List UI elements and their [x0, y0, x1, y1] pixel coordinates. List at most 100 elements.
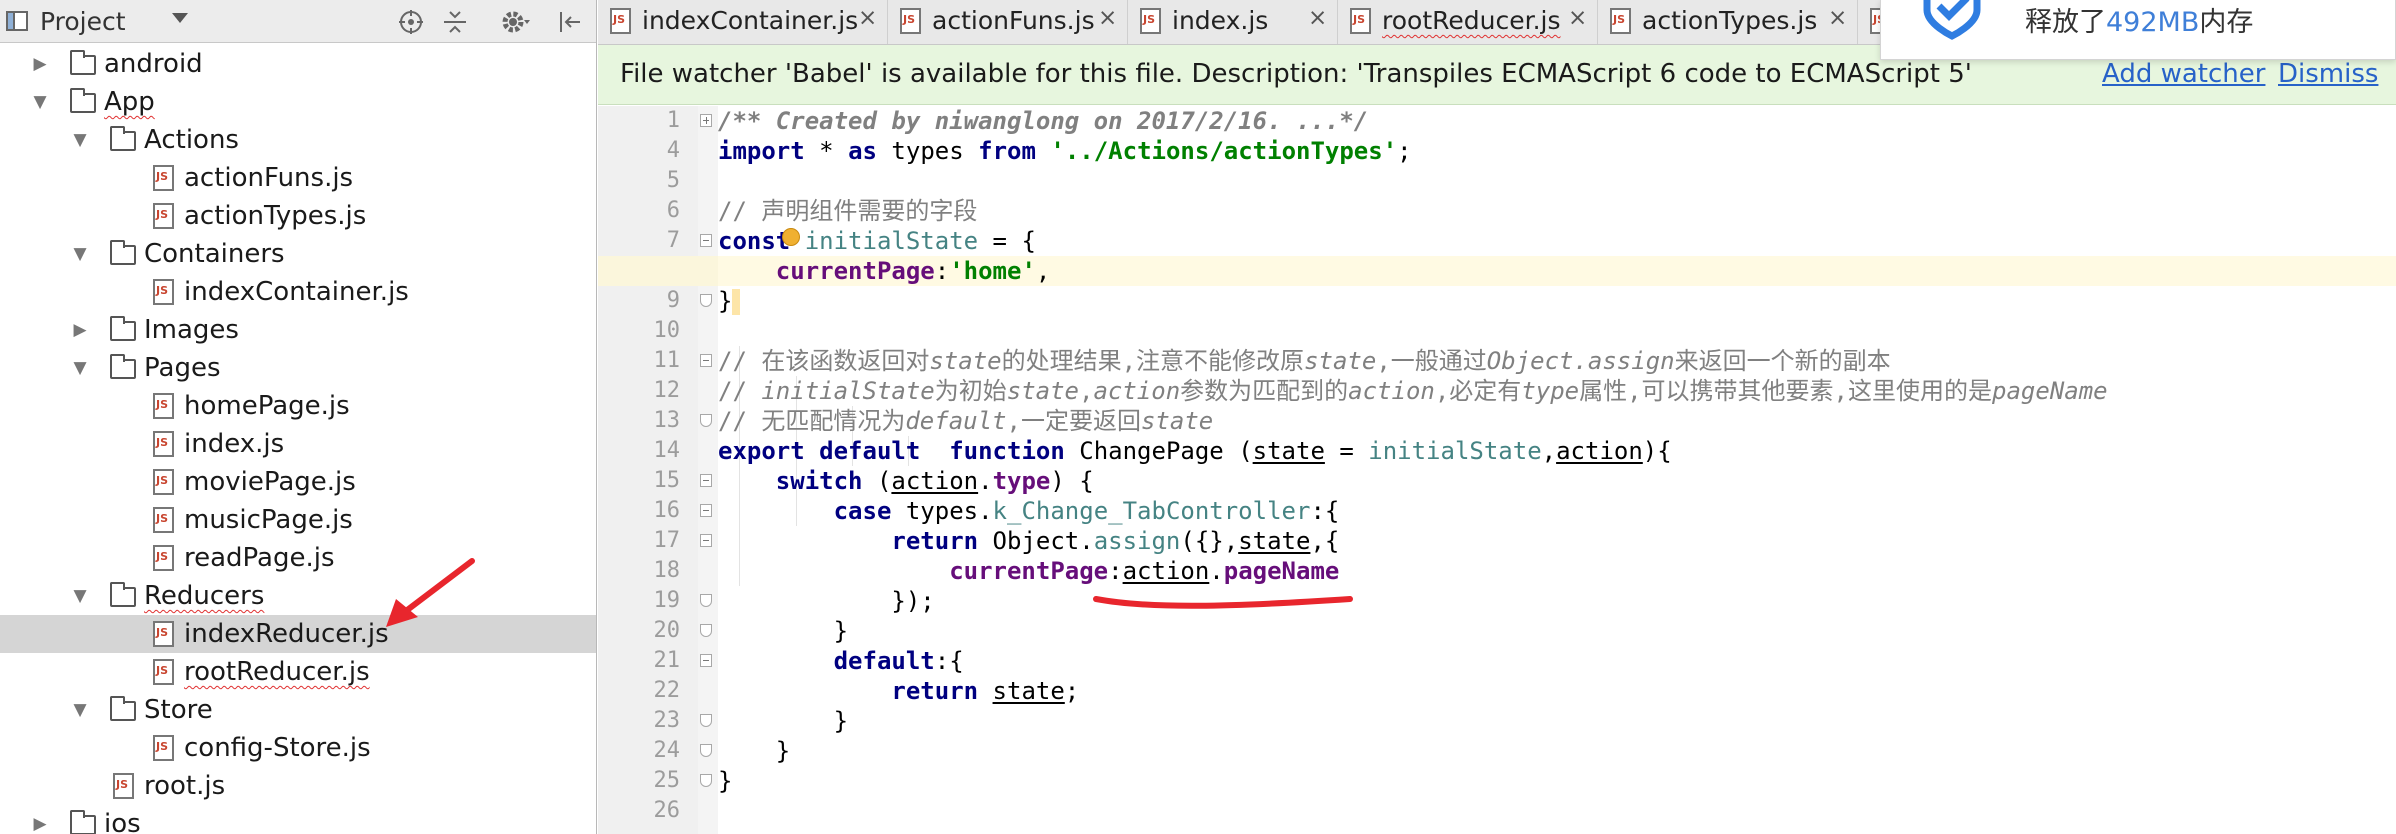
tree-expanded-arrow-icon[interactable]: ▼ — [70, 235, 90, 273]
editor-tab[interactable]: JS rootReducer.js × — [1338, 0, 1598, 44]
project-view-icon[interactable] — [6, 11, 28, 31]
tree-item[interactable]: ▼ Actions — [0, 121, 596, 159]
editor-tab[interactable]: JS index.js × — [1128, 0, 1338, 44]
line-number: 5 — [666, 168, 680, 193]
tree-item[interactable]: JS root.js — [0, 767, 596, 805]
tree-item[interactable]: ▼ App — [0, 83, 596, 121]
tree-item-label: index.js — [184, 429, 285, 459]
code-line: } — [598, 736, 2396, 766]
fold-collapse-icon[interactable] — [700, 534, 712, 547]
tree-collapsed-arrow-icon[interactable]: ▶ — [70, 311, 90, 349]
fold-collapse-icon[interactable] — [700, 654, 712, 667]
tree-item[interactable]: JS moviePage.js — [0, 463, 596, 501]
dismiss-link[interactable]: Dismiss — [2278, 59, 2378, 89]
tree-item-label: Images — [144, 315, 239, 345]
code-line: switch (action.type) { — [598, 466, 2396, 496]
tree-item[interactable]: JS indexReducer.js — [0, 615, 596, 653]
code-line: default:{ — [598, 646, 2396, 676]
editor-tab[interactable]: JS indexContainer.js × — [598, 0, 888, 44]
tree-expanded-arrow-icon[interactable]: ▼ — [70, 121, 90, 159]
tree-item[interactable]: ▼ Pages — [0, 349, 596, 387]
collapse-all-icon[interactable] — [442, 9, 468, 35]
js-file-icon: JS — [153, 507, 174, 533]
fold-collapse-icon[interactable] — [700, 474, 712, 487]
tree-item[interactable]: JS musicPage.js — [0, 501, 596, 539]
fold-expand-icon[interactable] — [700, 114, 712, 127]
fold-end-icon[interactable] — [700, 294, 712, 307]
close-icon[interactable]: × — [1828, 5, 1847, 31]
tree-expanded-arrow-icon[interactable]: ▼ — [30, 83, 50, 121]
project-panel-header: Project — [0, 0, 596, 43]
js-file-icon: JS — [900, 8, 921, 34]
tree-item[interactable]: ▶ Images — [0, 311, 596, 349]
code-editor[interactable]: 1456789101112131415161718192021222324252… — [598, 106, 2396, 834]
tree-item[interactable]: JS readPage.js — [0, 539, 596, 577]
add-watcher-link[interactable]: Add watcher — [2102, 59, 2265, 89]
gear-icon[interactable] — [500, 8, 530, 36]
fold-end-icon[interactable] — [700, 744, 712, 757]
tree-item[interactable]: JS homePage.js — [0, 387, 596, 425]
editor-tab[interactable]: JS actionTypes.js × — [1598, 0, 1858, 44]
code-line: } — [598, 706, 2396, 736]
tree-item[interactable]: JS actionTypes.js — [0, 197, 596, 235]
memory-freed-text: 释放了492MB内存 — [2025, 7, 2254, 38]
close-icon[interactable]: × — [1308, 5, 1327, 31]
tree-expanded-arrow-icon[interactable]: ▼ — [70, 349, 90, 387]
js-file-icon: JS — [153, 659, 174, 685]
code-line: export default function ChangePage (stat… — [718, 437, 1672, 465]
tree-item-label: moviePage.js — [184, 467, 356, 497]
tree-item[interactable]: ▶ ios — [0, 805, 596, 834]
tree-item-label: actionFuns.js — [184, 163, 354, 193]
fold-end-icon[interactable] — [700, 414, 712, 427]
folder-icon — [110, 354, 136, 379]
tree-collapsed-arrow-icon[interactable]: ▶ — [30, 805, 50, 834]
tab-label: actionFuns.js — [932, 6, 1095, 35]
tree-item[interactable]: JS config-Store.js — [0, 729, 596, 767]
tree-item[interactable]: JS index.js — [0, 425, 596, 463]
fold-end-icon[interactable] — [700, 774, 712, 787]
tree-item[interactable]: JS indexContainer.js — [0, 273, 596, 311]
fold-end-icon[interactable] — [700, 714, 712, 727]
code-line: return Object.assign({},state,{ — [598, 526, 2396, 556]
intention-bulb-icon[interactable] — [782, 228, 800, 246]
tree-item[interactable]: ▼ Store — [0, 691, 596, 729]
tree-expanded-arrow-icon[interactable]: ▼ — [70, 577, 90, 615]
fold-collapse-icon[interactable] — [700, 504, 712, 517]
locate-file-icon[interactable] — [398, 9, 424, 35]
hide-panel-icon[interactable] — [558, 10, 582, 34]
tree-expanded-arrow-icon[interactable]: ▼ — [70, 691, 90, 729]
js-file-icon: JS — [610, 8, 631, 34]
js-file-icon: JS — [153, 621, 174, 647]
folder-icon — [110, 126, 136, 151]
js-file-icon: JS — [113, 773, 134, 799]
code-line-current: currentPage:'home', — [775, 257, 1051, 285]
tree-item-label: Actions — [144, 125, 239, 155]
tree-item-label: indexReducer.js — [184, 619, 389, 649]
folder-icon — [110, 696, 136, 721]
code-line: // 在该函数返回对state的处理结果,注意不能修改原state,一般通过Ob… — [598, 346, 2396, 376]
tree-item[interactable]: JS actionFuns.js — [0, 159, 596, 197]
chevron-down-icon[interactable] — [172, 13, 188, 23]
tree-collapsed-arrow-icon[interactable]: ▶ — [30, 45, 50, 83]
tree-item[interactable]: ▶ android — [0, 45, 596, 83]
tab-label: indexContainer.js — [642, 6, 859, 35]
close-icon[interactable]: × — [1098, 5, 1117, 31]
close-icon[interactable]: × — [1568, 5, 1587, 31]
tree-item[interactable]: JS rootReducer.js — [0, 653, 596, 691]
editor-tab[interactable]: JS actionFuns.js × — [888, 0, 1128, 44]
fold-end-icon[interactable] — [700, 624, 712, 637]
tree-item-label: Reducers — [144, 581, 265, 611]
tab-label: actionTypes.js — [1642, 6, 1818, 35]
tree-item-label: Store — [144, 695, 213, 725]
close-icon[interactable]: × — [858, 5, 877, 31]
js-file-icon: JS — [153, 165, 174, 191]
fold-collapse-icon[interactable] — [700, 354, 712, 367]
tree-item[interactable]: ▼ Containers — [0, 235, 596, 273]
fold-end-icon[interactable] — [700, 594, 712, 607]
tree-item-label: Pages — [144, 353, 221, 383]
code-line: // 声明组件需要的字段 — [718, 197, 978, 225]
code-line: case types.k_Change_TabController:{ — [598, 496, 2396, 526]
project-panel-title[interactable]: Project — [40, 7, 126, 36]
tree-item[interactable]: ▼ Reducers — [0, 577, 596, 615]
fold-collapse-icon[interactable] — [700, 234, 712, 247]
